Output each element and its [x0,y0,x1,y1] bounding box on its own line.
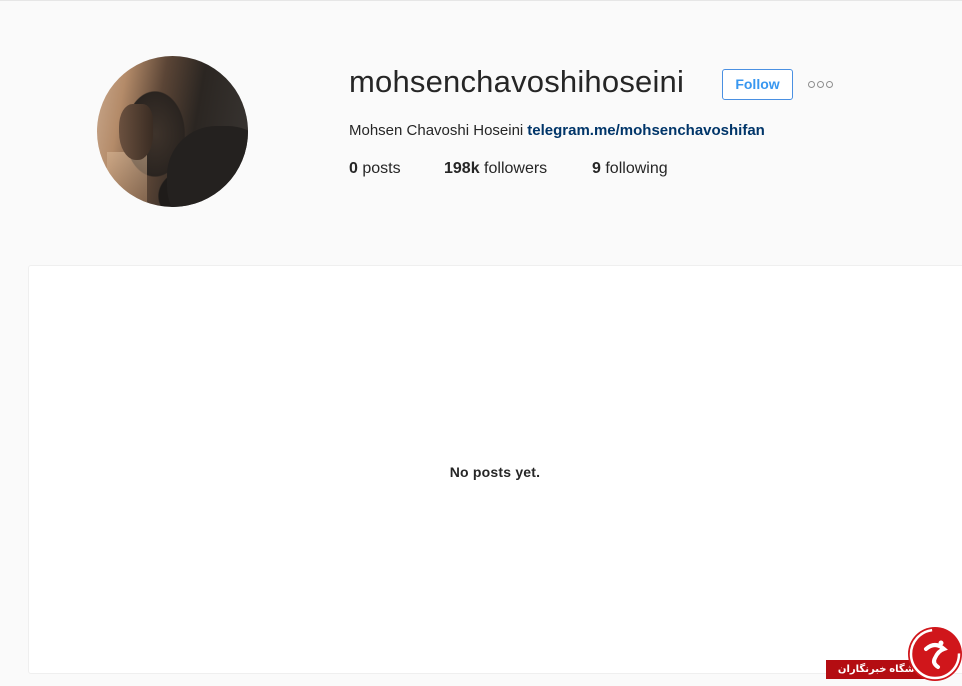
empty-posts-message: No posts yet. [449,464,541,480]
more-dot [826,81,833,88]
bio-link[interactable]: telegram.me/mohsenchavoshifan [527,122,765,139]
watermark-logo-icon [909,628,961,680]
posts-count: 0 [349,160,358,177]
site-watermark: باشگاه خبرنگاران [826,627,962,681]
more-options-icon[interactable] [808,80,834,88]
avatar-shoulder [167,126,248,207]
profile-bio: Mohsen Chavoshi Hoseini telegram.me/mohse… [349,122,765,139]
followers-stat[interactable]: 198k followers [444,160,547,178]
followers-count: 198k [444,160,480,177]
avatar-face [119,104,153,160]
watermark-logo [908,627,962,681]
following-count: 9 [592,160,601,177]
more-dot [808,81,815,88]
posts-label: posts [362,160,401,177]
profile-username: mohsenchavoshihoseini [349,64,685,99]
profile-full-name: Mohsen Chavoshi Hoseini [349,122,524,139]
posts-panel: No posts yet. [28,265,962,674]
avatar-background-light [107,152,147,207]
posts-stat: 0 posts [349,160,401,178]
followers-label: followers [484,160,548,177]
following-label: following [605,160,668,177]
following-stat[interactable]: 9 following [592,160,668,178]
follow-button[interactable]: Follow [722,69,793,100]
more-dot [817,81,824,88]
top-divider [0,0,962,1]
profile-avatar[interactable] [97,56,248,207]
